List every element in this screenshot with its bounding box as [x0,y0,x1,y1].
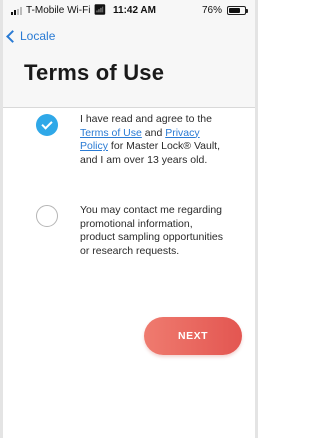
terms-text-before: I have read and agree to the [80,113,212,125]
terms-text-mid: and [141,126,166,139]
next-button[interactable]: NEXT [144,317,242,355]
terms-of-use-link[interactable]: Terms of Use [80,127,142,139]
contact-consent-row[interactable]: You may contact me regarding promotional… [36,204,244,258]
contact-consent-text: You may contact me regarding promotional… [80,204,224,257]
status-right: 76% [201,5,248,16]
contact-checkbox[interactable] [36,205,58,227]
wifi-icon: 📶︎ [93,5,107,16]
terms-agreement-row[interactable]: I have read and agree to the Terms of Us… [36,113,244,167]
status-bar: T-Mobile Wi-Fi 📶︎ 11:42 AM 76% [0,0,258,22]
battery-icon [227,6,248,15]
terms-checkbox[interactable] [36,114,58,136]
nav-header: Locale Terms of Use [0,22,258,108]
terms-agreement-text: I have read and agree to the Terms of Us… [80,113,230,167]
carrier-label: T-Mobile Wi-Fi [26,5,91,16]
status-time: 11:42 AM [113,5,156,16]
status-left: T-Mobile Wi-Fi 📶︎ [11,5,106,16]
back-label: Locale [20,29,56,43]
chevron-left-icon [6,29,19,43]
back-button[interactable]: Locale [6,29,56,43]
signal-icon [11,6,23,15]
checkmark-icon [41,118,53,130]
page-title: Terms of Use [24,60,165,85]
battery-fill [229,8,241,13]
battery-percent: 76% [201,5,222,16]
